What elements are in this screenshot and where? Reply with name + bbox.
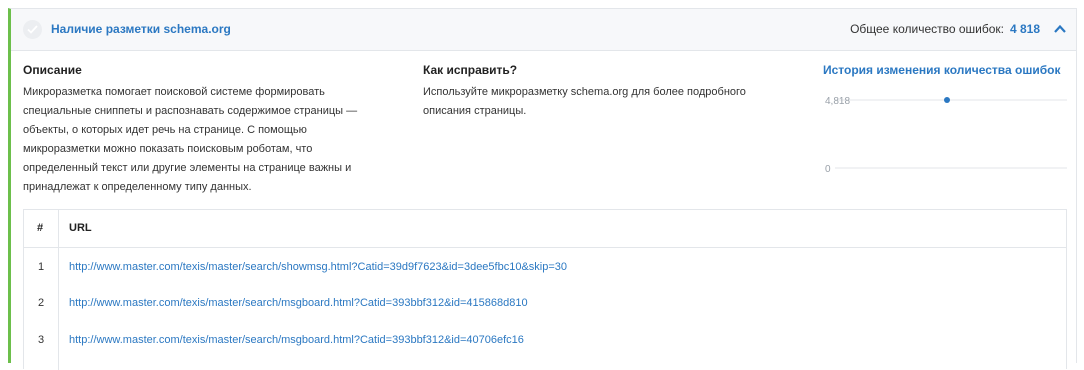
history-chart: 4,818 0 [825, 96, 1067, 175]
description-line: принадлежат к определенному типу данных. [23, 181, 252, 193]
row-number: 3 [37, 334, 45, 346]
chart-y-tick-label: 0 [825, 164, 831, 175]
chart-data-point [944, 97, 950, 103]
table-row: 2 http://www.master.com/texis/master/sea… [24, 297, 1066, 333]
column-header-number: # [37, 222, 44, 234]
description-line: микроразметки можно показать поисковым р… [23, 143, 313, 155]
column-header-url: URL [69, 222, 92, 234]
fix-line: описания страницы. [423, 105, 527, 117]
description-line: объекты, о которых идет речь на странице… [23, 124, 307, 136]
errors-count-label: Общее количество ошибок: [850, 22, 1004, 36]
url-link[interactable]: http://www.master.com/texis/master/searc… [69, 261, 567, 273]
check-circle-icon [23, 20, 42, 39]
issue-title[interactable]: Наличие разметки schema.org [51, 22, 231, 36]
chevron-up-icon[interactable] [1052, 21, 1068, 37]
row-number: 1 [37, 261, 45, 273]
description-text: Микроразметка помогает поисковой системе… [23, 83, 408, 197]
description-line: определенный текст или другие элементы н… [23, 162, 352, 174]
row-number: 2 [37, 297, 45, 309]
schema-org-issue-panel: Наличие разметки schema.org Общее количе… [8, 8, 1077, 370]
description-line: Микроразметка помогает поисковой системе… [23, 86, 325, 98]
panel-header[interactable]: Наличие разметки schema.org Общее количе… [11, 9, 1076, 51]
urls-table: # URL 1 http://www.master.com/texis/mast… [23, 209, 1067, 370]
history-chart-title[interactable]: История изменения количества ошибок [823, 63, 1060, 77]
url-link[interactable]: http://www.master.com/texis/master/searc… [69, 334, 524, 346]
fix-line: Используйте микроразметку schema.org для… [423, 86, 746, 98]
chart-y-tick-label: 4,818 [825, 96, 850, 107]
table-row: 3 http://www.master.com/texis/master/sea… [24, 334, 1066, 370]
description-title: Описание [23, 63, 82, 77]
errors-count-value: 4 818 [1009, 22, 1040, 36]
table-row: 1 http://www.master.com/texis/master/sea… [24, 261, 1066, 297]
fix-text: Используйте микроразметку schema.org для… [423, 83, 803, 121]
table-header: # URL [24, 210, 1066, 248]
url-link[interactable]: http://www.master.com/texis/master/searc… [69, 297, 528, 309]
fix-title: Как исправить? [423, 63, 518, 77]
description-line: специальные сниппеты и распознавать соде… [23, 105, 358, 117]
